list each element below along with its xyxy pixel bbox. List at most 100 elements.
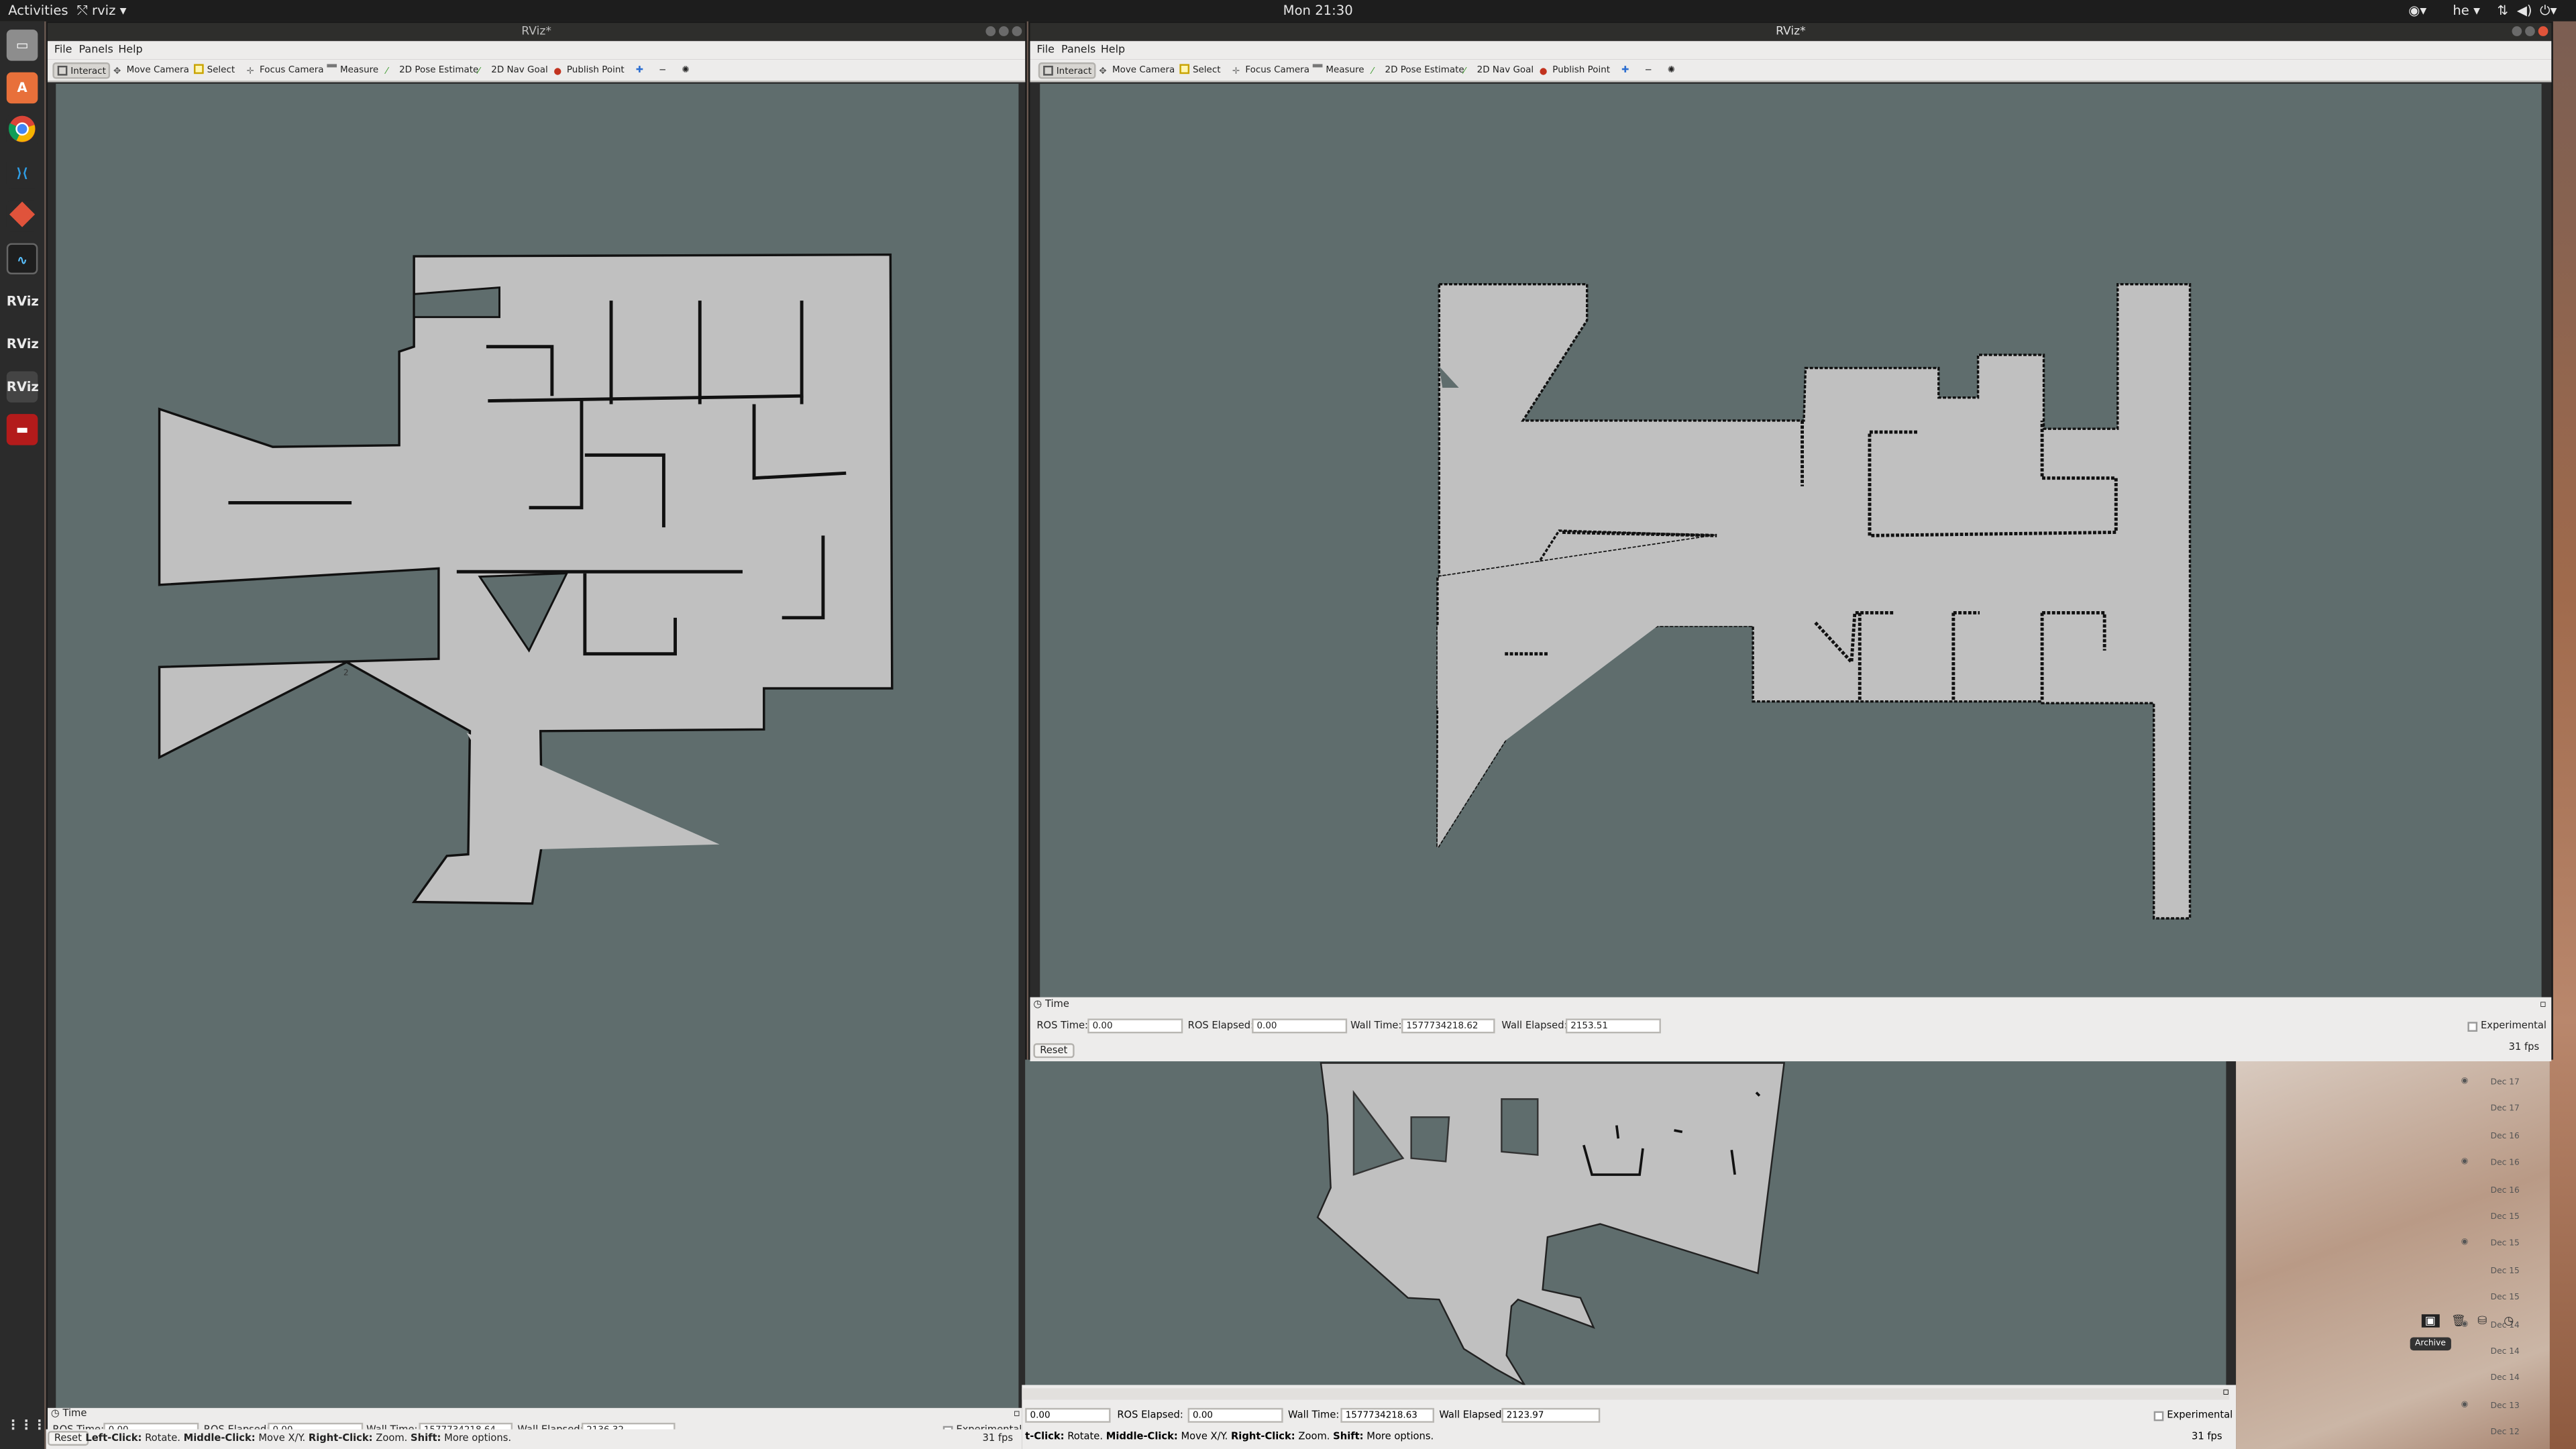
menu-panels[interactable]: Panels	[79, 43, 113, 56]
tool-focus-camera[interactable]: ✛ Focus Camera	[243, 62, 327, 78]
add-tool-button[interactable]: ✚	[1618, 62, 1632, 78]
menu-panels[interactable]: Panels	[1061, 43, 1095, 56]
wall-elapsed-field[interactable]: 2123.97	[1501, 1407, 1601, 1423]
chrome-icon[interactable]	[6, 115, 38, 146]
list-item[interactable]: Dec 15	[2235, 1288, 2550, 1314]
render-view[interactable]	[1025, 1059, 2226, 1385]
pose-arrow-icon: ⁄	[386, 67, 388, 78]
render-view[interactable]	[1040, 83, 2542, 998]
clock[interactable]: Mon 21:30	[1283, 3, 1353, 18]
list-item[interactable]: ◉ Dec 16	[2235, 1154, 2550, 1180]
experimental-checkbox[interactable]	[2153, 1411, 2164, 1421]
list-item[interactable]: Dec 16	[2235, 1181, 2550, 1207]
list-item[interactable]: Dec 12	[2235, 1423, 2550, 1449]
language-indicator[interactable]: he ▾	[2453, 3, 2480, 18]
experimental-checkbox[interactable]	[2467, 1022, 2478, 1032]
list-item[interactable]: ◉ Dec 17	[2235, 1073, 2550, 1099]
wall-time-field[interactable]: 1577734218.62	[1401, 1018, 1495, 1034]
tool-2d-nav-goal[interactable]: ⁄ 2D Nav Goal	[475, 62, 551, 78]
tool-publish-point[interactable]: ● Publish Point	[550, 62, 627, 78]
tool-2d-pose-estimate[interactable]: ⁄ 2D Pose Estimate	[383, 62, 482, 78]
terminal-icon[interactable]: ▬	[6, 414, 38, 445]
tool-2d-pose-estimate[interactable]: ⁄ 2D Pose Estimate	[1368, 62, 1468, 78]
tool-measure[interactable]: Measure	[1309, 62, 1368, 78]
list-item[interactable]: Dec 14	[2235, 1369, 2550, 1395]
time-panel-close-button[interactable]: ▫	[1014, 1408, 1020, 1419]
tool-select[interactable]: Select	[1176, 62, 1224, 78]
network-icon[interactable]: ⇅	[2497, 3, 2508, 18]
tool-measure[interactable]: Measure	[323, 62, 382, 78]
trash-icon[interactable]: 🗑	[2451, 1314, 2466, 1328]
wall-elapsed-field[interactable]: 2153.51	[1565, 1018, 1661, 1034]
tool-interact[interactable]: Interact	[1038, 62, 1097, 79]
close-button[interactable]	[1012, 26, 1022, 36]
eye-icon[interactable]: ◉	[2461, 1076, 2469, 1086]
status-bar-middle: ▫ 0.00 ROS Elapsed: 0.00 Wall Time: 1577…	[1022, 1385, 2237, 1449]
render-view[interactable]: 2	[56, 83, 1019, 1408]
ros-elapsed-field[interactable]: 0.00	[1187, 1407, 1283, 1423]
menu-help[interactable]: Help	[1101, 43, 1125, 56]
drive-icon[interactable]: ⛁	[2477, 1314, 2487, 1328]
minimize-button[interactable]	[985, 26, 996, 36]
app-grid-icon[interactable]: ⋮⋮⋮	[7, 1409, 46, 1441]
app-menu[interactable]: ⤲ rviz ▾	[77, 3, 126, 19]
eye-icon[interactable]: ◉	[2461, 1399, 2469, 1409]
maximize-button[interactable]	[2525, 26, 2535, 36]
ros-time-field[interactable]: 0.00	[1087, 1018, 1183, 1034]
measure-icon	[327, 64, 337, 74]
list-item[interactable]: ◉ Dec 15	[2235, 1234, 2550, 1260]
ros-elapsed-field[interactable]: 0.00	[1252, 1018, 1348, 1034]
ros-time-field[interactable]: 0.00	[1025, 1407, 1111, 1423]
tool-properties-button[interactable]: ✺	[678, 62, 692, 78]
rviz-icon[interactable]: RViz	[7, 329, 39, 360]
list-item[interactable]: Dec 14	[2235, 1342, 2550, 1368]
list-item[interactable]: Dec 15	[2235, 1261, 2550, 1287]
list-item[interactable]: Dec 16	[2235, 1127, 2550, 1153]
clock-icon[interactable]: ◷	[2504, 1314, 2514, 1328]
tool-move-camera[interactable]: ✥ Move Camera	[110, 62, 193, 78]
rviz-icon[interactable]: RViz	[6, 371, 39, 403]
list-item[interactable]: Dec 15	[2235, 1208, 2550, 1234]
eye-icon[interactable]: ◉	[2461, 1238, 2469, 1248]
reset-button[interactable]: Reset	[48, 1431, 89, 1446]
occupancy-map: 2	[158, 253, 894, 905]
tool-interact[interactable]: Interact	[52, 62, 111, 79]
menu-file[interactable]: File	[54, 43, 72, 56]
add-tool-button[interactable]: ✚	[633, 62, 647, 78]
occupancy-map	[1436, 282, 2192, 920]
volume-icon[interactable]: ◀)	[2517, 3, 2532, 18]
map-pin-icon: ●	[1539, 67, 1548, 78]
maximize-button[interactable]	[998, 26, 1009, 36]
list-item[interactable]: ◉ Dec 13	[2235, 1396, 2550, 1422]
accessibility-icon[interactable]: ◉▾	[2408, 3, 2426, 18]
eye-icon[interactable]: ◉	[2461, 1157, 2469, 1167]
archive-icon[interactable]: ▣	[2421, 1314, 2439, 1328]
menu-help[interactable]: Help	[118, 43, 142, 56]
vscode-icon[interactable]: ⟩⟨	[6, 158, 38, 189]
fps-label: 31 fps	[2191, 1431, 2222, 1443]
minimize-button[interactable]	[2512, 26, 2522, 36]
list-item[interactable]: Dec 17	[2235, 1099, 2550, 1126]
tool-publish-point[interactable]: ● Publish Point	[1536, 62, 1613, 78]
files-icon[interactable]: ▭	[6, 30, 38, 61]
menu-file[interactable]: File	[1036, 43, 1055, 56]
close-button[interactable]	[2538, 26, 2548, 36]
tool-select[interactable]: Select	[191, 62, 238, 78]
git-icon[interactable]	[6, 200, 38, 232]
remove-tool-button[interactable]: −	[1642, 62, 1656, 78]
power-icon[interactable]: ⏻▾	[2540, 3, 2557, 19]
wall-time-field[interactable]: 1577734218.63	[1340, 1407, 1434, 1423]
software-icon[interactable]: A	[6, 72, 38, 104]
reset-button[interactable]: Reset	[1033, 1043, 1075, 1059]
time-panel-close-button[interactable]: ▫	[2222, 1387, 2229, 1398]
time-panel-close-button[interactable]: ▫	[2540, 999, 2546, 1010]
tool-2d-nav-goal[interactable]: ⁄ 2D Nav Goal	[1460, 62, 1537, 78]
rviz-icon[interactable]: RViz	[7, 286, 39, 317]
activities-button[interactable]: Activities	[8, 3, 68, 18]
tool-move-camera[interactable]: ✥ Move Camera	[1095, 62, 1178, 78]
remove-tool-button[interactable]: −	[655, 62, 669, 78]
monitor-icon[interactable]: ∿	[6, 243, 38, 274]
desktop: Activities ⤲ rviz ▾ Mon 21:30 ◉▾ he ▾ ⇅ …	[0, 0, 2576, 1449]
tool-properties-button[interactable]: ✺	[1664, 62, 1678, 78]
tool-focus-camera[interactable]: ✛ Focus Camera	[1229, 62, 1313, 78]
